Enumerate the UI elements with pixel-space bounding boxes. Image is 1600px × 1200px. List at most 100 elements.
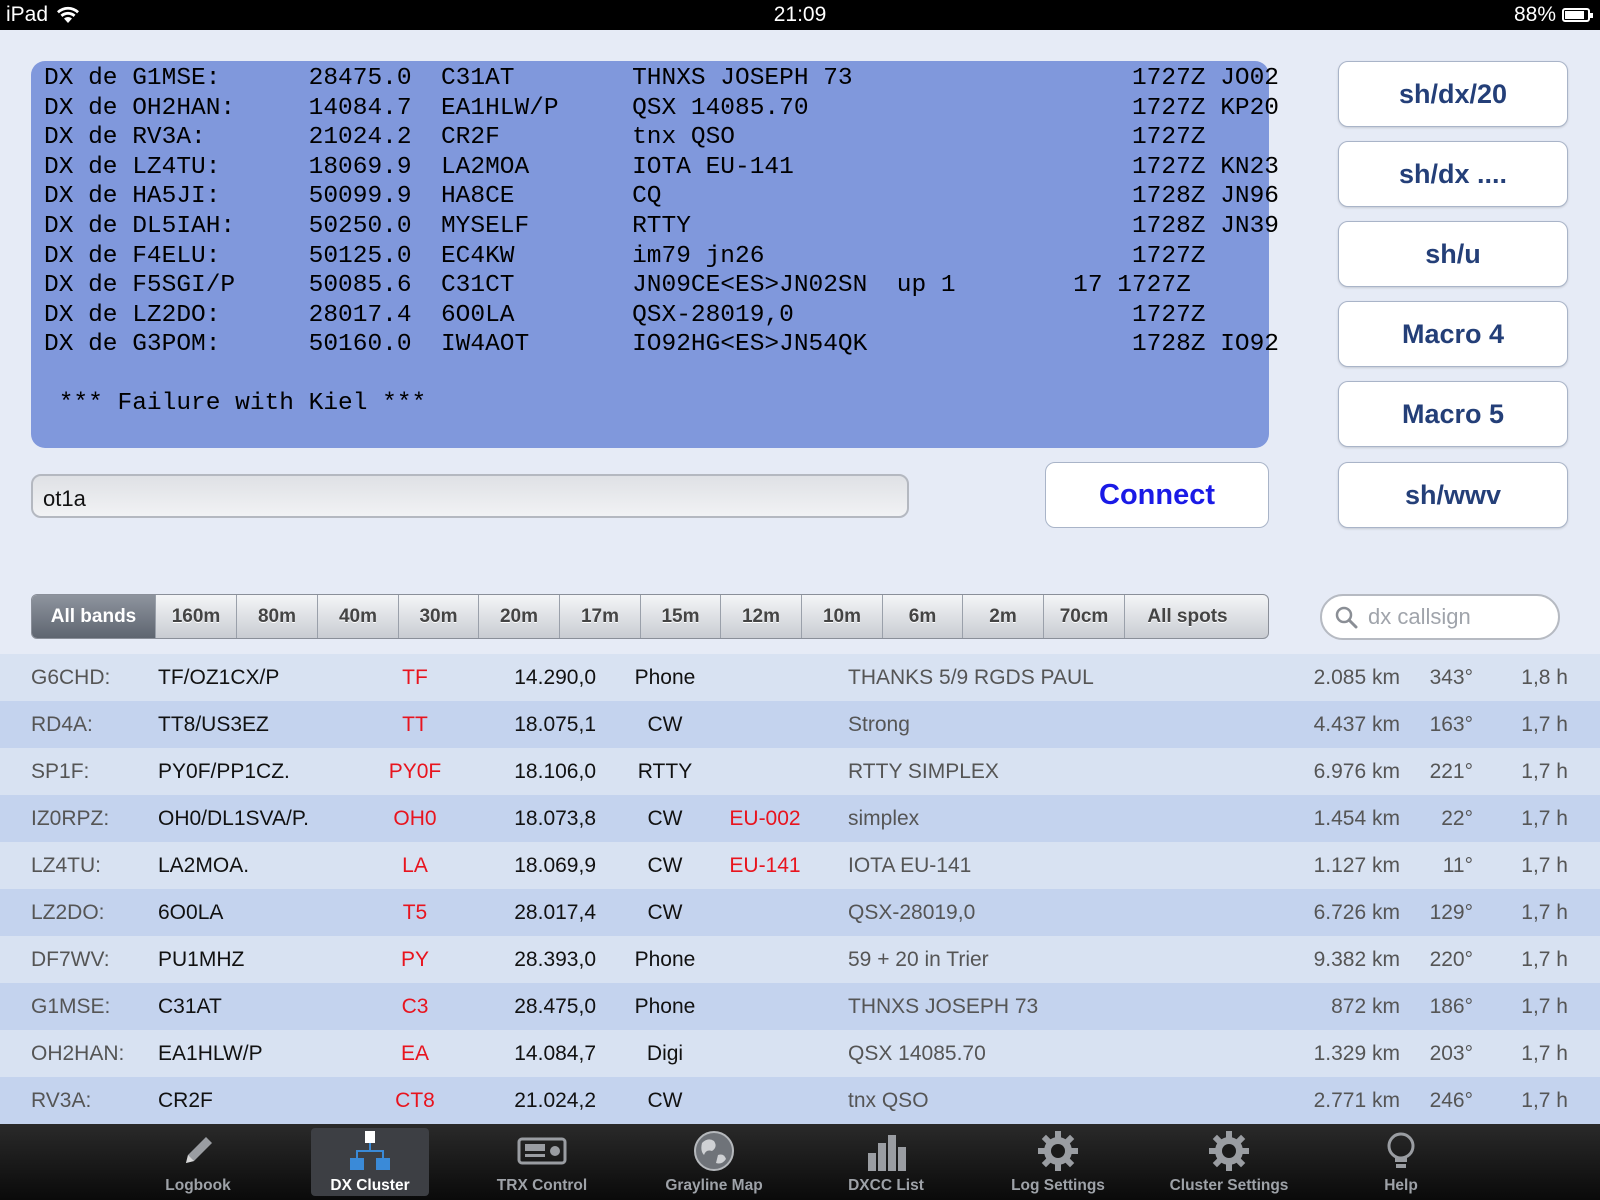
band-20m[interactable]: 20m [478, 595, 559, 638]
table-row[interactable]: G6CHD: TF/OZ1CX/P TF 14.290,0 Phone THANKS 5/… [0, 654, 1600, 701]
band-40m[interactable]: 40m [317, 595, 398, 638]
cluster-console[interactable]: DX de G1MSE: 28475.0 C31AT THNXS JOSEPH … [31, 61, 1279, 448]
battery-percent: 88% [1513, 3, 1556, 26]
frequency-cell: 21.024,2 [514, 1089, 596, 1112]
distance-cell: 9.382 km [1313, 948, 1400, 971]
dx-callsign-cell: TF/OZ1CX/P [158, 666, 280, 689]
macro-button-1[interactable]: sh/dx/20 [1338, 61, 1568, 127]
macro-button-6[interactable]: sh/wwv [1338, 462, 1568, 528]
table-row[interactable]: DF7WV: PU1MHZ PY 28.393,0 Phone 59 + 20 in Tr… [0, 936, 1600, 983]
mode-cell: CW [647, 901, 683, 924]
macro-button-5[interactable]: Macro 5 [1338, 381, 1568, 447]
table-row[interactable]: LZ2DO: 6O0LA T5 28.017,4 CW QSX-28019,0 6.726 … [0, 889, 1600, 936]
macro-button-2[interactable]: sh/dx .... [1338, 141, 1568, 207]
prefix-cell: LA [402, 854, 428, 877]
spots-table: G6CHD: TF/OZ1CX/P TF 14.290,0 Phone THANKS 5/… [0, 654, 1600, 1124]
tab-help[interactable]: Help [1342, 1128, 1460, 1196]
frequency-cell: 18.069,9 [514, 854, 596, 877]
comment-cell: simplex [848, 807, 920, 830]
prefix-cell: EA [400, 1042, 429, 1065]
tab-trx-control[interactable]: TRX Control [483, 1128, 601, 1196]
tab-label: DXCC List [848, 1177, 924, 1194]
tab-label: Grayline Map [665, 1177, 763, 1194]
gear-icon [1036, 1128, 1080, 1174]
band-160m[interactable]: 160m [155, 595, 236, 638]
prefix-cell: PY0F [388, 760, 442, 783]
band-2m[interactable]: 2m [962, 595, 1043, 638]
table-row[interactable]: RV3A: CR2F CT8 21.024,2 CW tnx QSO 2.771 km 246… [0, 1077, 1600, 1124]
bearing-cell: 129° [1429, 901, 1473, 924]
mode-cell: Phone [634, 948, 696, 971]
band-6m[interactable]: 6m [882, 595, 962, 638]
band-12m[interactable]: 12m [720, 595, 801, 638]
table-row[interactable]: RD4A: TT8/US3EZ TT 18.075,1 CW Strong 4.437 km… [0, 701, 1600, 748]
band-10m[interactable]: 10m [801, 595, 882, 638]
tab-label: Help [1384, 1177, 1418, 1194]
age-cell: 1,8 h [1521, 666, 1568, 689]
callsign-search[interactable]: dx callsign [1320, 594, 1560, 640]
macro-button-3[interactable]: sh/u [1338, 221, 1568, 287]
comment-cell: QSX-28019,0 [848, 901, 976, 924]
table-row[interactable]: G1MSE: C31AT C3 28.475,0 Phone THNXS JOSEPH 7… [0, 983, 1600, 1030]
bearing-cell: 220° [1429, 948, 1473, 971]
distance-cell: 1.454 km [1313, 807, 1400, 830]
macro-button-4[interactable]: Macro 4 [1338, 301, 1568, 367]
band-17m[interactable]: 17m [559, 595, 640, 638]
tab-label: DX Cluster [330, 1177, 410, 1194]
status-bar: iPad 21:09 88% [0, 0, 1600, 30]
connect-button[interactable]: Connect [1045, 462, 1269, 528]
mode-cell: Digi [646, 1042, 684, 1065]
command-input[interactable]: ot1a [31, 474, 909, 518]
frequency-cell: 28.017,4 [514, 901, 596, 924]
dx-callsign-cell: CR2F [158, 1089, 213, 1112]
dx-callsign-cell: 6O0LA [158, 901, 224, 924]
tab-logbook[interactable]: Logbook [139, 1128, 257, 1196]
tab-dx-cluster[interactable]: DX Cluster [311, 1128, 429, 1196]
table-row[interactable]: LZ4TU: LA2MOA. LA 18.069,9 CW EU-141 IOTA EU-1… [0, 842, 1600, 889]
band-30m[interactable]: 30m [398, 595, 478, 638]
age-cell: 1,7 h [1521, 1089, 1568, 1112]
spotter-cell: G6CHD: [31, 666, 111, 689]
bearing-cell: 343° [1429, 666, 1473, 689]
age-cell: 1,7 h [1521, 760, 1568, 783]
spotter-cell: OH2HAN: [31, 1042, 125, 1065]
clock: 21:09 [773, 3, 827, 26]
band-all-spots[interactable]: All spots [1124, 595, 1250, 638]
band-80m[interactable]: 80m [236, 595, 317, 638]
comment-cell: IOTA EU-141 [848, 854, 972, 877]
spotter-cell: G1MSE: [31, 995, 111, 1018]
prefix-cell: OH0 [393, 807, 437, 830]
spotter-cell: LZ2DO: [31, 901, 105, 924]
band-70cm[interactable]: 70cm [1043, 595, 1124, 638]
table-row[interactable]: OH2HAN: EA1HLW/P EA 14.084,7 Digi QSX 14085.7… [0, 1030, 1600, 1077]
tab-bar: Logbook DX Cluster TRX Control Grayline Map… [0, 1124, 1600, 1200]
tab-grayline-map[interactable]: Grayline Map [655, 1128, 773, 1196]
search-icon [1335, 606, 1358, 629]
dx-callsign-cell: OH0/DL1SVA/P. [158, 807, 309, 830]
age-cell: 1,7 h [1521, 854, 1568, 877]
prefix-cell: CT8 [395, 1089, 435, 1112]
bearing-cell: 246° [1429, 1089, 1473, 1112]
spotter-cell: LZ4TU: [31, 854, 102, 877]
distance-cell: 6.976 km [1313, 760, 1400, 783]
table-row[interactable]: SP1F: PY0F/PP1CZ. PY0F 18.106,0 RTTY RTTY SIM… [0, 748, 1600, 795]
band-all-bands[interactable]: All bands [32, 595, 155, 638]
dx-callsign-cell: TT8/US3EZ [158, 713, 269, 736]
tab-label: Cluster Settings [1169, 1177, 1289, 1194]
comment-cell: tnx QSO [848, 1089, 929, 1112]
bearing-cell: 203° [1429, 1042, 1473, 1065]
prefix-cell: TF [402, 666, 428, 689]
frequency-cell: 28.393,0 [514, 948, 596, 971]
tab-dxcc-list[interactable]: DXCC List [827, 1128, 945, 1196]
frequency-cell: 18.106,0 [514, 760, 596, 783]
distance-cell: 4.437 km [1313, 713, 1400, 736]
tab-log-settings[interactable]: Log Settings [999, 1128, 1117, 1196]
band-15m[interactable]: 15m [640, 595, 720, 638]
tab-cluster-settings[interactable]: Cluster Settings [1170, 1128, 1288, 1196]
dx-callsign-cell: PU1MHZ [158, 948, 245, 971]
mode-cell: CW [647, 1089, 683, 1112]
mode-cell: CW [647, 807, 683, 830]
spotter-cell: RD4A: [31, 713, 93, 736]
table-row[interactable]: IZ0RPZ: OH0/DL1SVA/P. OH0 18.073,8 CW EU-002 s… [0, 795, 1600, 842]
mode-cell: CW [647, 713, 683, 736]
